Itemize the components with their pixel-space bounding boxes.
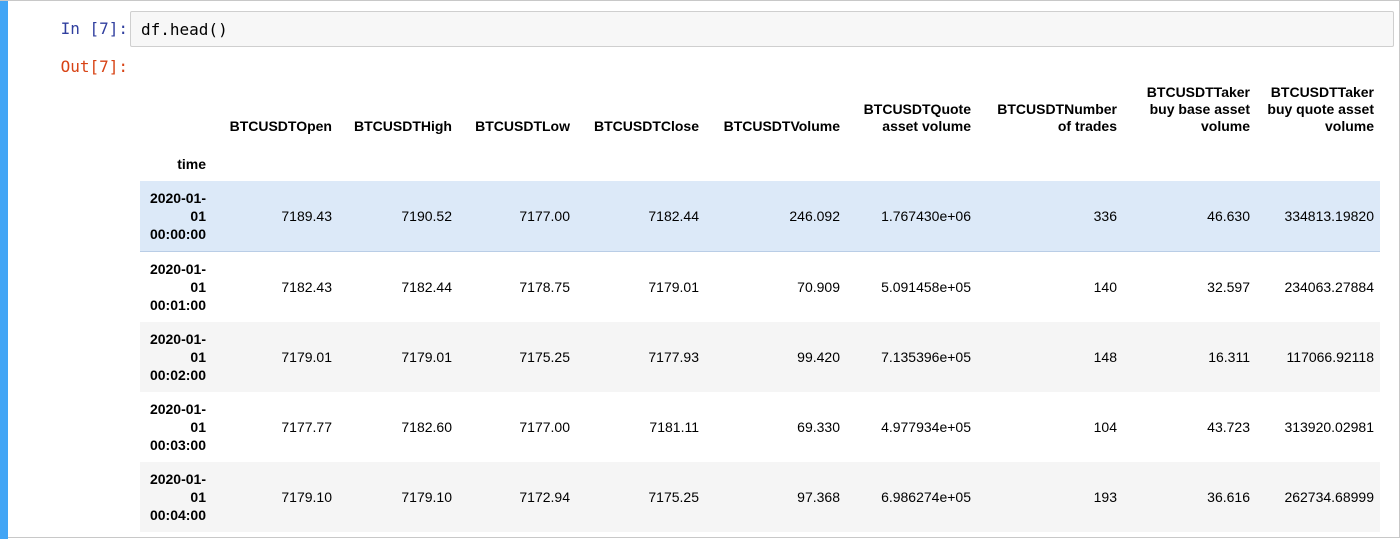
input-prompt: In [7]: <box>60 19 128 38</box>
column-header: BTCUSDTQuote asset volume <box>863 101 971 134</box>
table-cell: 69.330 <box>797 419 840 435</box>
table-cell: 7190.52 <box>338 181 458 252</box>
table-cell: 70.909 <box>797 279 840 295</box>
table-cell: 6.986274e+05 <box>881 489 971 505</box>
table-cell: 7182.60 <box>401 419 452 435</box>
table-cell: 7.135396e+05 <box>881 349 971 365</box>
notebook-cell[interactable]: In [7]: df.head() Out[7]: BTCUSDTOpen BT… <box>0 0 1400 539</box>
table-cell: 1.767430e+06 <box>846 181 977 252</box>
table-cell: 7181.11 <box>649 419 699 435</box>
code-input[interactable]: df.head() <box>130 11 1394 47</box>
column-header: BTCUSDTTaker buy base asset volume <box>1146 84 1250 134</box>
table-cell: 4.977934e+05 <box>881 419 971 435</box>
table-row[interactable]: 2020-01-01 00:04:00 7179.10 7179.10 7172… <box>140 462 1380 532</box>
table-cell: 246.092 <box>705 181 846 252</box>
column-header: BTCUSDTLow <box>475 118 570 134</box>
table-cell: 313920.02981 <box>1284 419 1374 435</box>
output-area: BTCUSDTOpen BTCUSDTHigh BTCUSDTLow BTCUS… <box>140 73 1380 532</box>
table-cell: 7182.43 <box>281 279 332 295</box>
table-cell: 16.311 <box>1208 349 1250 365</box>
row-index: 2020-01-01 00:01:00 <box>149 261 206 313</box>
table-cell: 336 <box>977 181 1123 252</box>
table-cell: 7177.00 <box>519 419 570 435</box>
table-cell: 7175.25 <box>648 489 699 505</box>
table-cell: 46.630 <box>1123 181 1256 252</box>
table-cell: 99.420 <box>797 349 840 365</box>
table-cell: 117066.92118 <box>1286 349 1374 365</box>
table-cell: 148 <box>1093 349 1117 365</box>
table-cell: 7177.77 <box>281 419 332 435</box>
table-cell: 97.368 <box>797 489 840 505</box>
row-index: 2020-01-01 00:00:00 <box>140 181 212 252</box>
table-cell: 262734.68999 <box>1284 489 1374 505</box>
row-index: 2020-01-01 00:04:00 <box>149 471 206 523</box>
table-cell: 32.597 <box>1207 279 1250 295</box>
table-cell: 7177.93 <box>648 349 699 365</box>
table-cell: 7179.10 <box>281 489 332 505</box>
cell-selection-bar <box>0 1 8 539</box>
index-name: time <box>177 156 206 172</box>
table-cell: 7177.00 <box>458 181 576 252</box>
table-cell: 7175.25 <box>519 349 570 365</box>
column-header: BTCUSDTVolume <box>723 118 840 134</box>
table-cell: 7182.44 <box>576 181 705 252</box>
table-cell: 104 <box>1093 419 1117 435</box>
row-index: 2020-01-01 00:03:00 <box>149 401 206 453</box>
table-row[interactable]: 2020-01-01 00:03:00 7177.77 7182.60 7177… <box>140 392 1380 462</box>
table-cell: 7178.75 <box>519 279 570 295</box>
output-prompt: Out[7]: <box>60 57 128 76</box>
table-cell: 7179.01 <box>648 279 699 295</box>
table-cell: 334813.19820 <box>1256 181 1380 252</box>
table-row[interactable]: 2020-01-01 00:02:00 7179.01 7179.01 7175… <box>140 322 1380 392</box>
dataframe-table: BTCUSDTOpen BTCUSDTHigh BTCUSDTLow BTCUS… <box>140 73 1380 532</box>
table-cell: 193 <box>1093 489 1117 505</box>
table-cell: 7172.94 <box>519 489 570 505</box>
table-cell: 234063.27884 <box>1284 279 1374 295</box>
table-cell: 7189.43 <box>212 181 338 252</box>
table-row[interactable]: 2020-01-01 00:00:00 7189.43 7190.52 7177… <box>140 181 1380 252</box>
column-header: BTCUSDTHigh <box>354 118 452 134</box>
column-header: BTCUSDTOpen <box>229 118 332 134</box>
index-name-row: time <box>140 145 1380 181</box>
column-header: BTCUSDTClose <box>593 118 699 134</box>
table-row[interactable]: 2020-01-01 00:01:00 7182.43 7182.44 7178… <box>140 252 1380 323</box>
table-cell: 7179.01 <box>401 349 452 365</box>
row-index: 2020-01-01 00:02:00 <box>149 331 206 383</box>
column-header: BTCUSDTTaker buy quote asset volume <box>1267 84 1374 134</box>
table-cell: 7179.10 <box>401 489 452 505</box>
table-cell: 7182.44 <box>401 279 452 295</box>
table-cell: 36.616 <box>1207 489 1250 505</box>
table-cell: 5.091458e+05 <box>881 279 971 295</box>
table-cell: 140 <box>1093 279 1117 295</box>
header-row: BTCUSDTOpen BTCUSDTHigh BTCUSDTLow BTCUS… <box>140 73 1380 145</box>
table-cell: 43.723 <box>1207 419 1250 435</box>
header-corner <box>140 73 212 145</box>
table-cell: 7179.01 <box>281 349 332 365</box>
column-header: BTCUSDTNumber of trades <box>997 101 1117 134</box>
